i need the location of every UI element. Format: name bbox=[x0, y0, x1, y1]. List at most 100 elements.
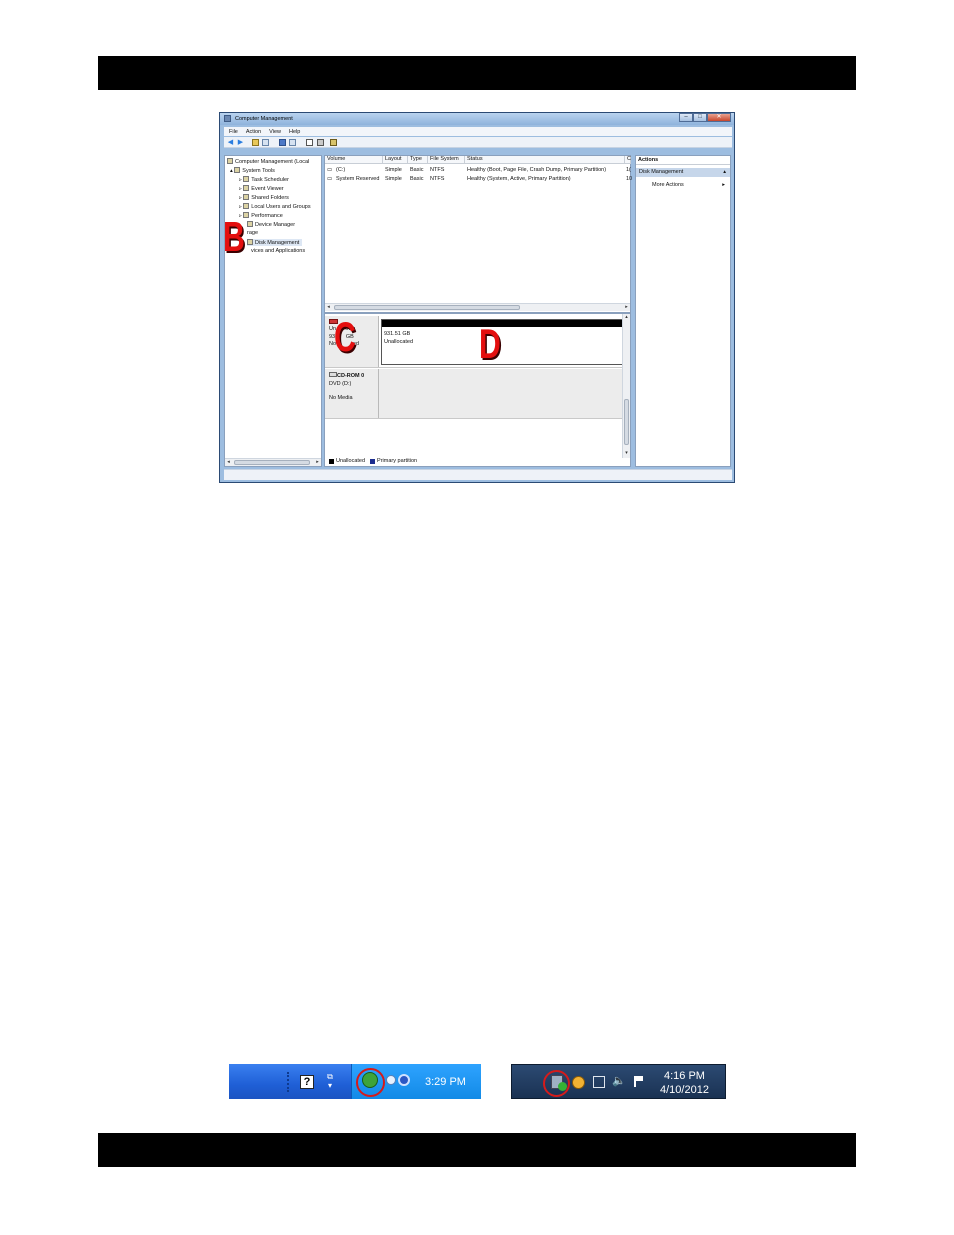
scroll-thumb[interactable] bbox=[234, 460, 310, 465]
caption-buttons: – □ ✕ bbox=[679, 113, 731, 122]
scroll-up-icon[interactable]: ▴ bbox=[623, 314, 630, 321]
cell-capacity: 10 bbox=[626, 176, 633, 182]
console-icon[interactable] bbox=[289, 139, 296, 146]
partition-size: 931.51 GB bbox=[384, 331, 411, 337]
tree-task-scheduler-label: Task Scheduler bbox=[251, 177, 289, 183]
tray-app-icon[interactable] bbox=[572, 1076, 585, 1089]
cell-status: Healthy (System, Active, Primary Partiti… bbox=[467, 176, 571, 182]
users-icon bbox=[243, 203, 250, 209]
forward-arrow-icon[interactable]: ▶ bbox=[237, 139, 244, 146]
title-bar[interactable]: Computer Management – □ ✕ bbox=[220, 113, 734, 125]
cdrom-icon bbox=[329, 372, 337, 377]
tree-system-tools[interactable]: ▴ System Tools bbox=[230, 167, 275, 174]
more-actions[interactable]: More Actions bbox=[652, 181, 684, 190]
cell-volume: System Reserved bbox=[336, 176, 380, 182]
tree-shared-folders-label: Shared Folders bbox=[251, 195, 289, 201]
help-icon[interactable] bbox=[279, 139, 286, 146]
scroll-right-icon[interactable]: ▸ bbox=[623, 304, 630, 311]
scroll-thumb[interactable] bbox=[334, 305, 520, 310]
column-capacity[interactable]: C bbox=[625, 156, 631, 164]
xp-clock[interactable]: 3:29 PM bbox=[425, 1076, 466, 1088]
column-file-system[interactable]: File System bbox=[428, 156, 465, 164]
cell-type: Basic bbox=[410, 176, 424, 182]
cell-file-system: NTFS bbox=[430, 167, 445, 173]
actions-header: Actions bbox=[636, 156, 730, 165]
highlight-circle bbox=[543, 1070, 570, 1097]
menu-view[interactable]: View bbox=[269, 129, 281, 135]
column-type[interactable]: Type bbox=[408, 156, 428, 164]
maximize-button[interactable]: □ bbox=[693, 113, 707, 122]
toolbar: ◀ ▶ bbox=[224, 137, 732, 148]
tree-services-apps[interactable]: vices and Applications bbox=[251, 248, 305, 254]
minimize-button[interactable]: – bbox=[679, 113, 693, 122]
tree-task-scheduler[interactable]: ▹ Task Scheduler bbox=[239, 176, 289, 183]
scroll-left-icon[interactable]: ◂ bbox=[225, 459, 232, 466]
volume-icon[interactable]: 🔈 bbox=[612, 1074, 626, 1087]
network-icon[interactable] bbox=[593, 1076, 605, 1088]
list-horizontal-scrollbar[interactable]: ◂ ▸ bbox=[325, 303, 630, 311]
scroll-thumb[interactable] bbox=[624, 399, 629, 445]
tray-icon-2[interactable] bbox=[398, 1074, 410, 1086]
disk-management-icon bbox=[247, 239, 253, 245]
rescan-disks-icon[interactable] bbox=[330, 139, 337, 146]
cdrom-drive: DVD (D:) bbox=[329, 380, 352, 387]
header-bar bbox=[98, 56, 856, 90]
show-hide-tree-icon[interactable] bbox=[262, 139, 269, 146]
tree-shared-folders[interactable]: ▹ Shared Folders bbox=[239, 194, 289, 201]
up-folder-icon[interactable] bbox=[252, 139, 259, 146]
computer-management-icon bbox=[224, 115, 231, 122]
tray-icon-1[interactable] bbox=[386, 1075, 396, 1085]
menu-file[interactable]: File bbox=[229, 129, 238, 135]
menu-help[interactable]: Help bbox=[289, 129, 300, 135]
win7-clock-time[interactable]: 4:16 PM bbox=[664, 1070, 705, 1082]
tree-performance[interactable]: ▹ Performance bbox=[239, 212, 283, 219]
submenu-arrow-icon[interactable]: ▸ bbox=[722, 181, 725, 190]
tree-root[interactable]: Computer Management (Local bbox=[227, 158, 309, 165]
actions-disk-management[interactable]: Disk Management ▴ bbox=[636, 168, 730, 177]
disk-vertical-scrollbar[interactable]: ▴ ▾ bbox=[622, 314, 630, 458]
clock-icon bbox=[243, 176, 250, 182]
tree-event-viewer[interactable]: ▹ Event Viewer bbox=[239, 185, 284, 192]
properties-icon[interactable] bbox=[306, 139, 313, 146]
cdrom-info[interactable]: CD-ROM 0 DVD (D:) No Media bbox=[325, 369, 379, 418]
footer-bar bbox=[98, 1133, 856, 1167]
cell-status: Healthy (Boot, Page File, Crash Dump, Pr… bbox=[467, 167, 607, 173]
event-viewer-icon bbox=[243, 185, 250, 191]
action-center-flag-icon[interactable] bbox=[634, 1076, 645, 1087]
legend-unallocated: Unallocated bbox=[336, 458, 366, 464]
tree-disk-management[interactable]: Disk Management bbox=[247, 239, 303, 246]
column-layout[interactable]: Layout bbox=[383, 156, 408, 164]
win7-clock-date[interactable]: 4/10/2012 bbox=[660, 1084, 709, 1096]
scroll-left-icon[interactable]: ◂ bbox=[325, 304, 332, 311]
tree-root-label: Computer Management (Local bbox=[235, 159, 310, 165]
column-status[interactable]: Status bbox=[465, 156, 625, 164]
tree-device-manager[interactable]: Device Manager bbox=[247, 221, 295, 228]
shared-folder-icon bbox=[243, 194, 250, 200]
scroll-down-icon[interactable]: ▾ bbox=[623, 450, 630, 457]
connect-icon[interactable] bbox=[317, 139, 324, 146]
cell-file-system: NTFS bbox=[430, 176, 445, 182]
manual-page: Computer Management – □ ✕ File Action Vi… bbox=[0, 0, 954, 1235]
menu-action[interactable]: Action bbox=[246, 129, 261, 135]
tree-local-users[interactable]: ▹ Local Users and Groups bbox=[239, 203, 311, 210]
tree-performance-label: Performance bbox=[251, 213, 283, 219]
help-question-icon[interactable]: ? bbox=[300, 1075, 314, 1089]
callout-d: D bbox=[479, 320, 501, 367]
legend-swatch-unallocated bbox=[329, 458, 334, 464]
column-volume[interactable]: Volume bbox=[325, 156, 383, 164]
disk-1-row[interactable]: Un own 93 GB No ed 931.51 GB Unallocated bbox=[325, 316, 625, 368]
close-button[interactable]: ✕ bbox=[707, 113, 731, 122]
cdrom-row[interactable]: CD-ROM 0 DVD (D:) No Media bbox=[325, 369, 625, 419]
restore-windows-icon[interactable]: ⧉ ▾ bbox=[325, 1072, 335, 1090]
tree-services-apps-label: vices and Applications bbox=[251, 248, 306, 254]
tree-horizontal-scrollbar[interactable]: ◂ ▸ bbox=[225, 458, 321, 466]
tree-storage[interactable]: rage bbox=[247, 230, 258, 236]
cell-volume: (C:) bbox=[336, 167, 346, 173]
back-arrow-icon[interactable]: ◀ bbox=[227, 139, 234, 146]
volume-list: Volume Layout Type File System Status C … bbox=[324, 155, 633, 313]
unallocated-partition[interactable]: 931.51 GB Unallocated bbox=[381, 319, 623, 365]
computer-management-window: Computer Management – □ ✕ File Action Vi… bbox=[219, 112, 735, 483]
scroll-right-icon[interactable]: ▸ bbox=[314, 459, 321, 466]
collapse-up-icon[interactable]: ▴ bbox=[723, 168, 726, 177]
cell-layout: Simple bbox=[385, 176, 402, 182]
